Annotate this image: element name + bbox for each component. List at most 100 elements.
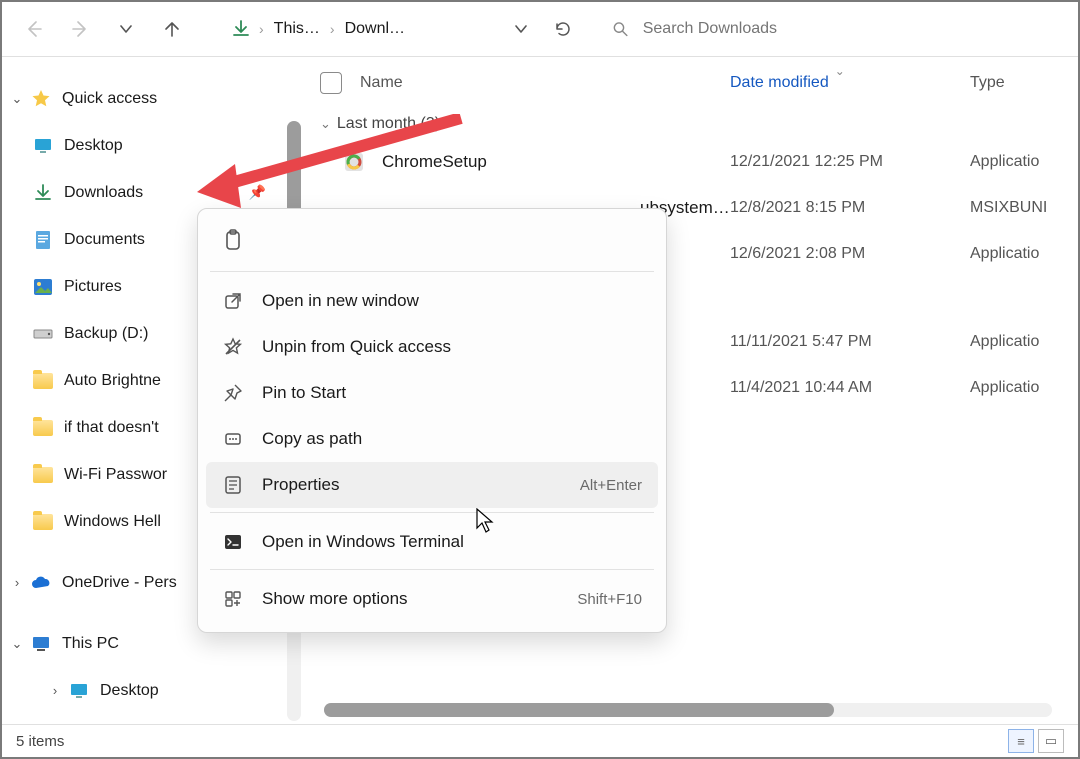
search-box[interactable] (612, 11, 1070, 47)
sidebar-item-desktop[interactable]: Desktop (2, 122, 280, 169)
column-headers: Name Date modified ⌄ Type (320, 57, 1078, 103)
paste-button[interactable] (216, 223, 250, 257)
menu-pin-to-start[interactable]: Pin to Start (206, 370, 658, 416)
file-row[interactable]: ChromeSetup 12/21/2021 12:25 PM Applicat… (320, 139, 1078, 185)
menu-item-label: Copy as path (262, 429, 362, 449)
refresh-button[interactable] (545, 11, 581, 47)
menu-separator (210, 569, 654, 570)
breadcrumb-dropdown[interactable] (503, 11, 539, 47)
back-button[interactable] (16, 11, 52, 47)
sort-indicator-icon: ⌄ (835, 64, 845, 78)
search-input[interactable] (641, 19, 1070, 39)
copy-path-icon (222, 428, 244, 450)
sidebar-item-label: Windows Hell (64, 513, 161, 531)
breadcrumb-segment[interactable]: Downl… (343, 20, 407, 38)
recent-dropdown[interactable] (108, 11, 144, 47)
sidebar-item-label: Desktop (100, 682, 159, 700)
sidebar-item-label: OneDrive - Pers (62, 574, 177, 592)
column-name[interactable]: Name (360, 74, 403, 92)
menu-item-label: Show more options (262, 589, 408, 609)
sidebar-item-label: Desktop (64, 137, 123, 155)
menu-item-label: Open in new window (262, 291, 419, 311)
menu-unpin-quick-access[interactable]: Unpin from Quick access (206, 324, 658, 370)
drive-icon (32, 323, 54, 345)
menu-item-label: Properties (262, 475, 339, 495)
sidebar-item-label: Downloads (64, 184, 143, 202)
group-header[interactable]: ⌄ Last month (3) (320, 103, 1078, 139)
menu-open-new-window[interactable]: Open in new window (206, 278, 658, 324)
folder-icon (32, 417, 54, 439)
menu-item-label: Unpin from Quick access (262, 337, 451, 357)
more-options-icon (222, 588, 244, 610)
folder-icon (32, 464, 54, 486)
sidebar-item-label: Auto Brightne (64, 372, 161, 390)
sidebar-item-label: Quick access (62, 90, 157, 108)
thumbnails-view-button[interactable]: ▭ (1038, 729, 1064, 753)
chevron-right-icon: › (257, 21, 266, 37)
chevron-down-icon[interactable]: ⌄ (8, 636, 26, 652)
column-date[interactable]: Date modified ⌄ (730, 74, 970, 92)
chevron-down-icon (119, 22, 133, 36)
menu-show-more-options[interactable]: Show more options Shift+F10 (206, 576, 658, 622)
search-icon (612, 20, 629, 38)
document-icon (32, 229, 54, 251)
arrow-up-icon (162, 19, 182, 39)
arrow-left-icon (24, 19, 44, 39)
refresh-icon (554, 20, 572, 38)
menu-shortcut: Alt+Enter (580, 477, 642, 494)
content-scrollbar[interactable] (324, 703, 1052, 717)
forward-button[interactable] (62, 11, 98, 47)
column-type[interactable]: Type (970, 74, 1078, 92)
download-icon (231, 19, 251, 39)
sidebar-item-desktop[interactable]: › Desktop (2, 667, 280, 714)
breadcrumb-segment[interactable]: This… (272, 20, 322, 38)
file-type: Applicatio (970, 379, 1039, 397)
chevron-right-icon: › (328, 21, 337, 37)
sidebar-item-label: This PC (62, 635, 119, 653)
properties-icon (222, 474, 244, 496)
desktop-icon (68, 680, 90, 702)
chevron-down-icon: ⌄ (320, 116, 331, 132)
item-count: 5 items (16, 733, 64, 750)
sidebar-item-label: Wi-Fi Passwor (64, 466, 167, 484)
desktop-icon (32, 135, 54, 157)
file-date: 11/4/2021 10:44 AM (730, 379, 970, 397)
star-icon (30, 88, 52, 110)
sidebar-item-label: Documents (64, 231, 145, 249)
menu-separator (210, 512, 654, 513)
menu-properties[interactable]: Properties Alt+Enter (206, 462, 658, 508)
details-view-button[interactable]: ≡ (1008, 729, 1034, 753)
file-name: ChromeSetup (382, 152, 487, 172)
menu-item-label: Open in Windows Terminal (262, 532, 464, 552)
cloud-icon (30, 572, 52, 594)
chevron-down-icon[interactable]: ⌄ (8, 91, 26, 107)
group-label: Last month (3) (337, 115, 440, 133)
file-type: Applicatio (970, 333, 1039, 351)
open-new-window-icon (222, 290, 244, 312)
sidebar-item-label: Pictures (64, 278, 122, 296)
scrollbar-thumb[interactable] (324, 703, 834, 717)
sidebar-item-label: Backup (D:) (64, 325, 148, 343)
menu-copy-as-path[interactable]: Copy as path (206, 416, 658, 462)
select-all-checkbox[interactable] (320, 72, 342, 94)
chevron-right-icon[interactable]: › (46, 683, 64, 698)
chevron-down-icon (514, 22, 528, 36)
pc-icon (30, 633, 52, 655)
file-date: 12/6/2021 2:08 PM (730, 245, 970, 263)
file-date: 11/11/2021 5:47 PM (730, 333, 970, 351)
menu-shortcut: Shift+F10 (577, 591, 642, 608)
toolbar: › This… › Downl… (2, 2, 1078, 57)
chevron-right-icon[interactable]: › (8, 575, 26, 590)
pin-icon: 📌 (249, 184, 266, 201)
menu-separator (210, 271, 654, 272)
app-icon (342, 150, 366, 174)
menu-open-terminal[interactable]: Open in Windows Terminal (206, 519, 658, 565)
breadcrumb[interactable]: › This… › Downl… (230, 10, 582, 48)
file-type: Applicatio (970, 245, 1039, 263)
file-date: 12/8/2021 8:15 PM (730, 199, 970, 217)
clipboard-icon (223, 229, 243, 251)
file-type: MSIXBUNI (970, 199, 1047, 217)
sidebar-item-quick-access[interactable]: ⌄ Quick access (2, 75, 280, 122)
unpin-icon (222, 336, 244, 358)
up-button[interactable] (154, 11, 190, 47)
